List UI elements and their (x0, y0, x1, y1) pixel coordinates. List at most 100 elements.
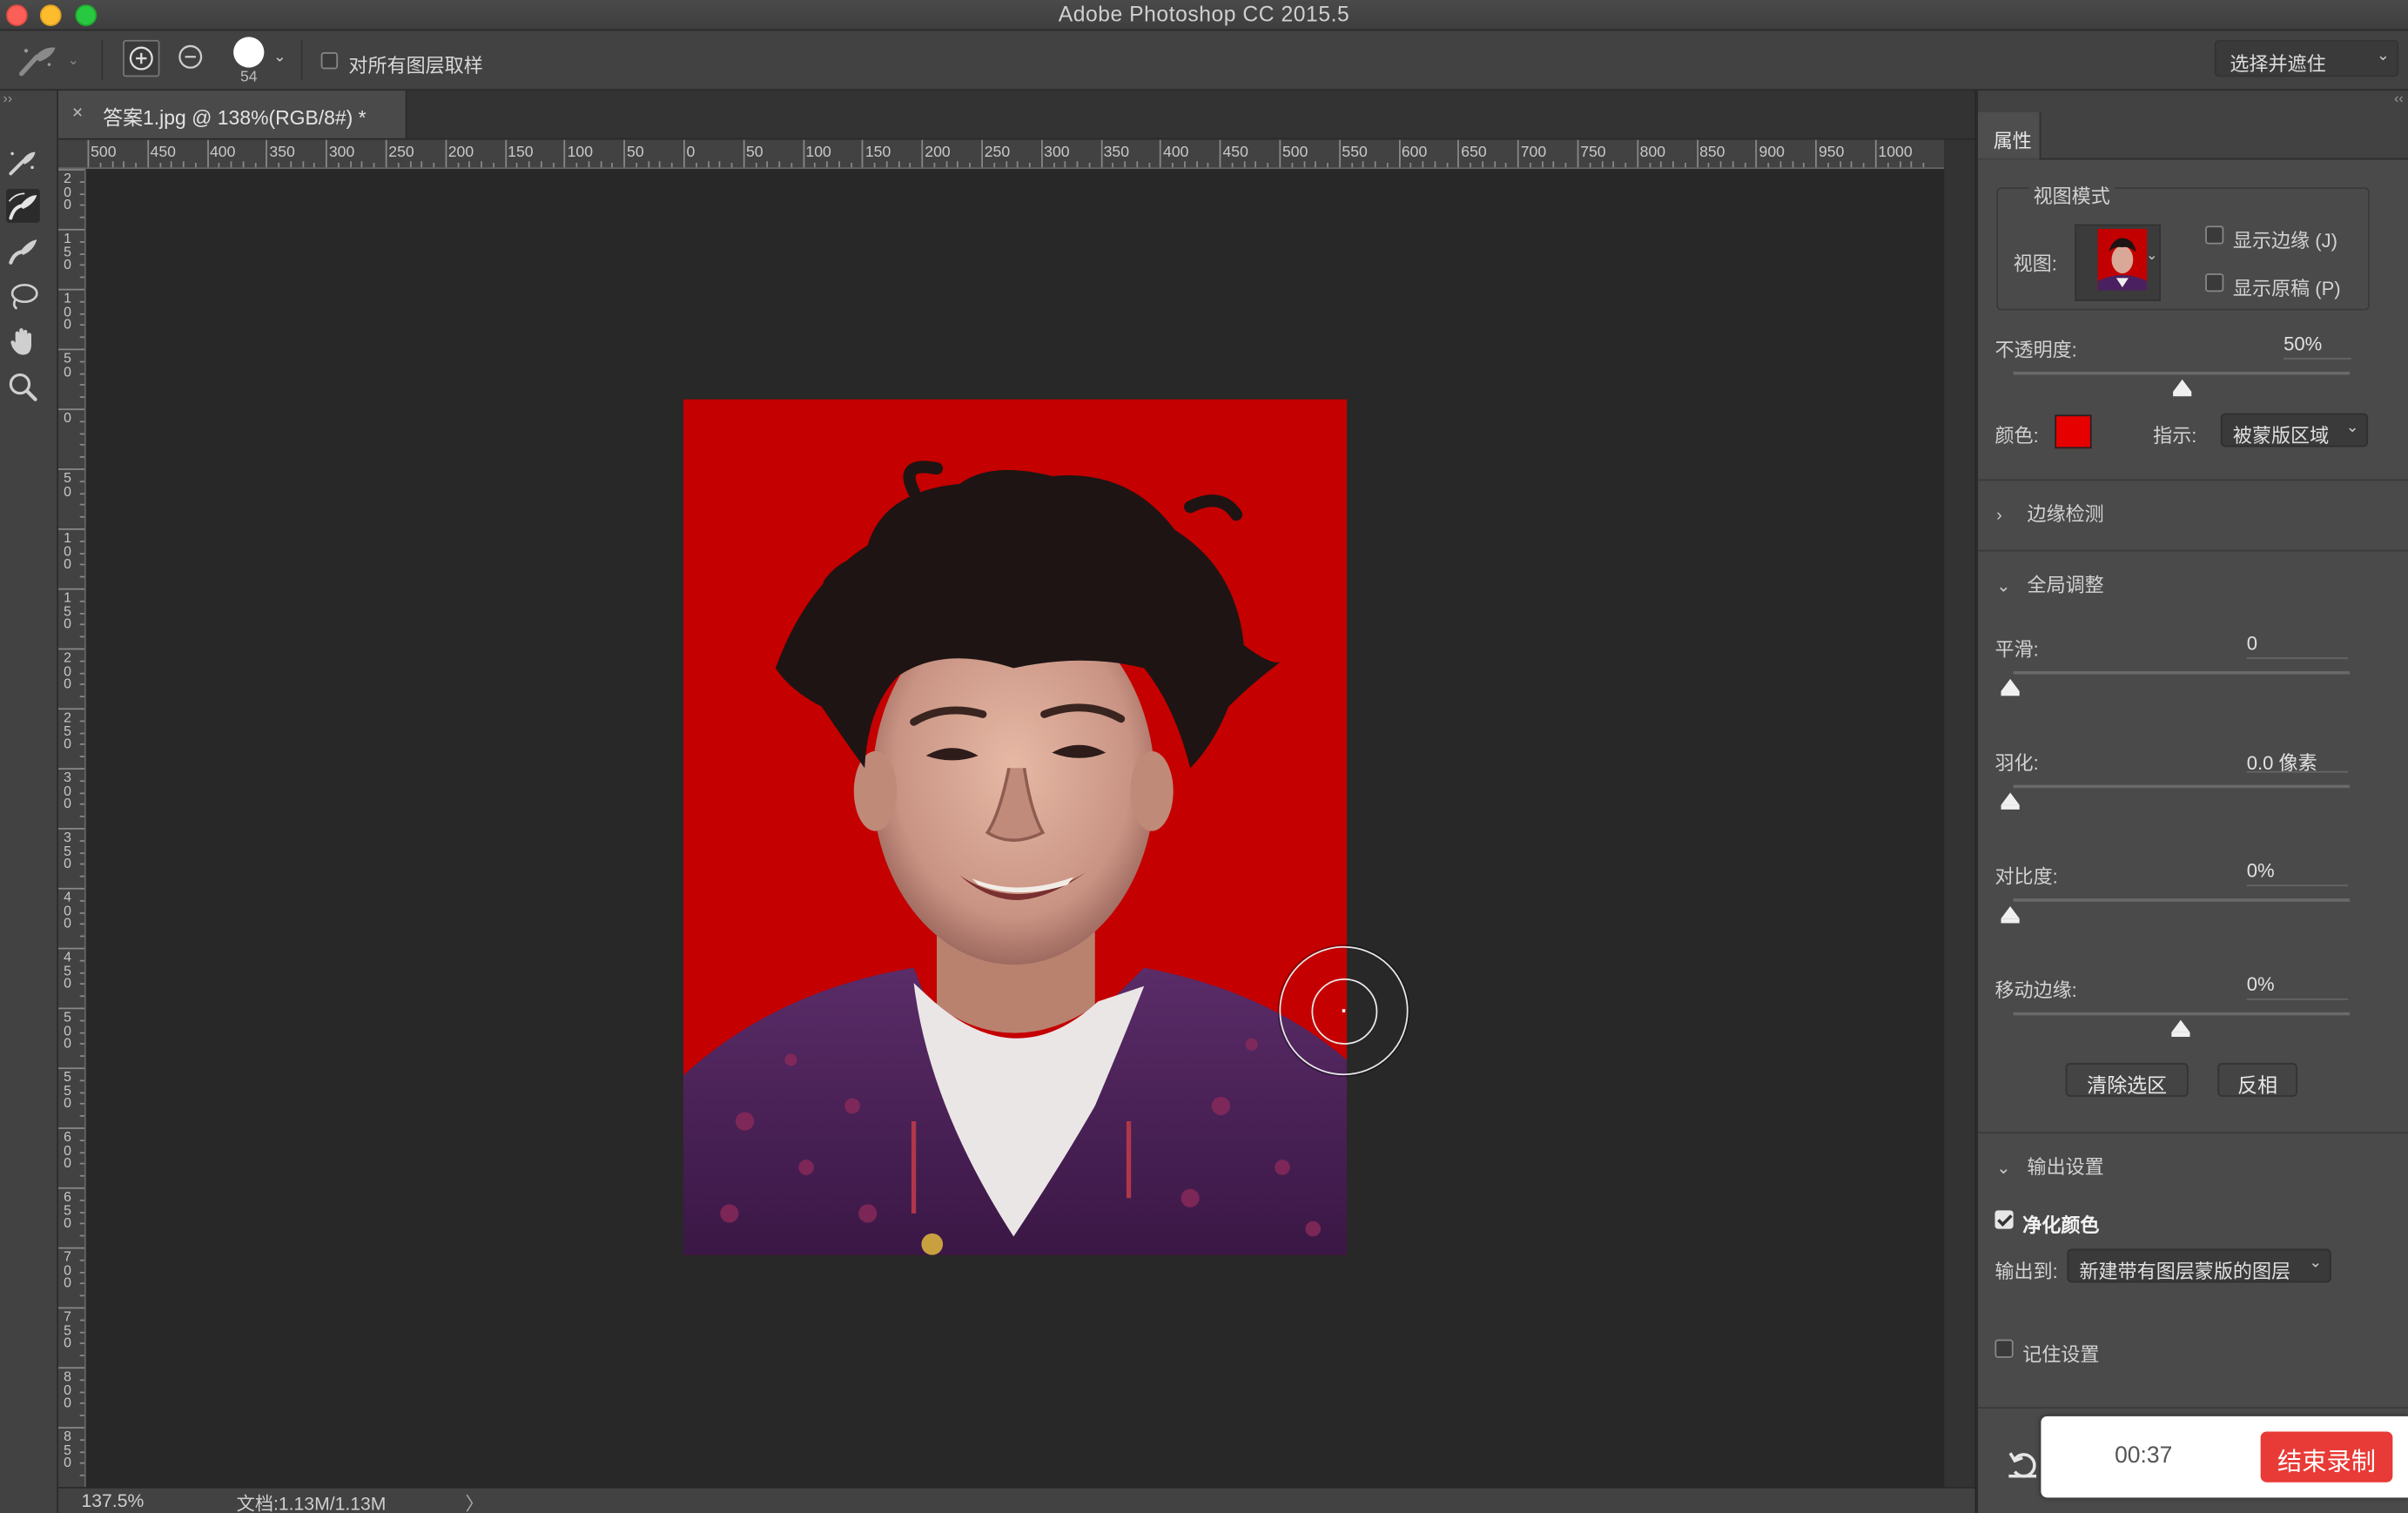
invert-button[interactable]: 反相 (2217, 1063, 2297, 1097)
zoom-level[interactable]: 137.5% (81, 1490, 144, 1512)
ruler-minor-tick (79, 635, 85, 638)
opacity-slider[interactable] (2013, 372, 2350, 375)
show-edge-checkbox[interactable] (2205, 225, 2224, 245)
stop-recording-button[interactable]: 结束录制 (2260, 1431, 2393, 1483)
edge-detection-section[interactable]: › 边缘检测 (1996, 498, 2104, 528)
global-refinements-section[interactable]: ⌄ 全局调整 (1996, 568, 2104, 598)
ruler-tick (1219, 139, 1221, 168)
ruler-tick (981, 139, 983, 168)
ruler-minor-tick (910, 163, 911, 168)
ruler-minor-tick (671, 163, 674, 168)
ruler-minor-tick (755, 163, 757, 168)
ruler-minor-tick (730, 163, 733, 168)
shift-edge-input[interactable]: 0% (2246, 974, 2349, 1000)
ruler-tick (385, 139, 387, 168)
ruler-minor-tick (79, 1271, 85, 1274)
ruler-minor-tick (79, 1450, 85, 1453)
options-bar: ⌄ 54 ⌄ 对所有图层取样 选择并遮住 ⌄ (0, 30, 2408, 91)
contrast-input[interactable]: 0% (2246, 860, 2349, 887)
ruler-minor-tick (79, 756, 85, 758)
ruler-minor-tick (79, 313, 85, 314)
quick-selection-tool-preset-icon[interactable] (16, 43, 62, 77)
document-tab[interactable]: × 答案1.jpg @ 138%(RGB/8#) * (58, 91, 407, 138)
smooth-slider-knob[interactable] (2001, 678, 2020, 692)
ruler-minor-tick (254, 163, 256, 168)
view-thumbnail-dropdown[interactable]: ⌄ (2075, 224, 2161, 301)
ruler-minor-tick (1648, 163, 1651, 168)
ruler-minor-tick (1053, 163, 1055, 168)
canvas-scroll-area[interactable] (1944, 139, 1975, 1488)
ruler-minor-tick (99, 163, 101, 168)
horizontal-ruler[interactable]: 500 450 400 350 300 250 200 150 100 50 0 50 100 150 20… (84, 139, 1945, 170)
ruler-tick (1637, 139, 1638, 168)
ruler-label: 500 (91, 144, 117, 162)
feather-slider[interactable] (2013, 784, 2350, 789)
feather-slider-knob[interactable] (2001, 792, 2020, 805)
ruler-minor-tick (707, 161, 710, 168)
ruler-minor-tick (79, 779, 85, 782)
quick-selection-tool-icon[interactable] (6, 145, 40, 178)
ruler-label: 1000 (1878, 144, 1913, 162)
ruler-minor-tick (79, 192, 85, 195)
smooth-input[interactable]: 0 (2246, 633, 2349, 659)
tab-properties[interactable]: 属性 (1978, 111, 2041, 158)
ruler-minor-tick (1719, 161, 1722, 168)
vertical-ruler[interactable]: 2 0 0 1 5 0 1 0 0 5 0 0 5 0 1 0 0 1 5 0 2 0 0 2 5… (58, 169, 86, 1488)
ruler-minor-tick (79, 540, 85, 542)
contrast-slider[interactable] (2013, 898, 2350, 902)
ruler-label: 150 (864, 144, 891, 162)
add-to-selection-button[interactable] (123, 39, 160, 77)
brush-tool-icon[interactable] (6, 233, 40, 267)
ruler-origin[interactable] (58, 139, 86, 170)
collapse-panel-icon[interactable]: ›› (3, 91, 13, 106)
refine-edge-brush-tool-icon[interactable] (6, 189, 40, 223)
brush-preview-icon[interactable] (233, 37, 265, 68)
show-original-label: 显示原稿 (P) (2232, 278, 2341, 300)
opacity-input[interactable]: 50% (2284, 333, 2351, 360)
ruler-minor-tick (1255, 161, 1257, 168)
ruler-minor-tick (79, 1415, 85, 1417)
brush-picker-chevron-icon[interactable]: ⌄ (273, 49, 286, 65)
lasso-tool-icon[interactable] (6, 279, 40, 313)
decontaminate-colors-checkbox[interactable] (1994, 1210, 2014, 1229)
ruler-minor-tick (79, 1379, 85, 1381)
ruler-minor-tick (79, 972, 85, 973)
feather-input[interactable]: 0.0 像素 (2246, 747, 2349, 774)
contrast-slider-knob[interactable] (2001, 906, 2020, 919)
smooth-slider[interactable] (2013, 671, 2350, 675)
ruler-minor-tick (1028, 163, 1031, 168)
output-to-dropdown[interactable]: 新建带有图层蒙版的图层 ⌄ (2067, 1248, 2331, 1283)
select-and-mask-dropdown[interactable]: 选择并遮住 ⌄ (2214, 39, 2399, 77)
zoom-tool-icon[interactable] (6, 370, 40, 404)
show-original-checkbox[interactable] (2205, 273, 2224, 293)
ruler-tick (445, 139, 447, 168)
clear-selection-button[interactable]: 清除选区 (2065, 1063, 2189, 1097)
shift-edge-slider-knob[interactable] (2171, 1019, 2190, 1032)
ruler-minor-tick (945, 161, 947, 168)
canvas-area[interactable] (85, 169, 1945, 1488)
indicate-dropdown[interactable]: 被蒙版区域 ⌄ (2220, 413, 2369, 447)
chevron-down-icon[interactable]: ⌄ (68, 52, 79, 69)
subtract-from-selection-button[interactable] (173, 40, 210, 77)
divider (300, 39, 303, 80)
reset-icon[interactable] (2006, 1447, 2042, 1481)
close-tab-icon[interactable]: × (72, 101, 83, 123)
opacity-slider-knob[interactable] (2172, 379, 2191, 392)
ruler-minor-tick (79, 1032, 85, 1033)
shift-edge-slider[interactable] (2013, 1012, 2350, 1016)
status-menu-arrow-icon[interactable]: 〉 (466, 1490, 484, 1513)
ruler-label: 1 0 0 (64, 290, 72, 333)
remember-settings-checkbox[interactable] (1994, 1339, 2014, 1358)
collapse-panel-icon[interactable]: ‹‹ (2394, 91, 2404, 106)
ruler-minor-tick (516, 163, 519, 168)
output-settings-section[interactable]: ⌄ 输出设置 (1996, 1151, 2104, 1180)
ruler-minor-tick (1505, 163, 1508, 168)
overlay-color-swatch[interactable] (2055, 414, 2092, 449)
sample-all-layers-checkbox[interactable] (320, 51, 339, 70)
hand-tool-icon[interactable] (6, 324, 40, 358)
ruler-minor-tick (778, 161, 781, 168)
ruler-tick (1398, 139, 1401, 168)
document-tab-strip: × 答案1.jpg @ 138%(RGB/8#) * (58, 91, 1975, 140)
ruler-minor-tick (79, 360, 85, 363)
ruler-minor-tick (313, 163, 316, 168)
